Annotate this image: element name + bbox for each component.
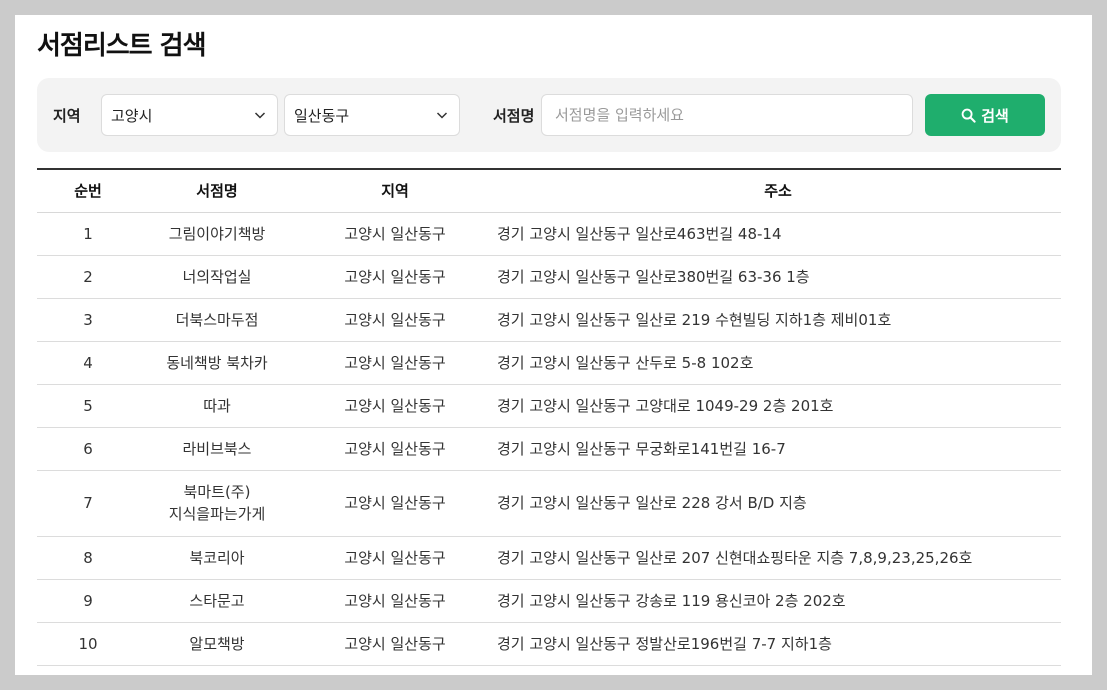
district-select[interactable]: 일산동구 [284, 94, 460, 136]
bookstore-name-line: 따과 [203, 397, 231, 415]
table-header-row: 순번 서점명 지역 주소 [37, 169, 1061, 213]
bookstore-address: 경기 고양시 일산동구 일산로 228 강서 B/D 지층 [495, 470, 1061, 537]
bookstore-name: 따과 [139, 384, 295, 428]
row-number: 3 [37, 298, 139, 342]
bookstore-address: 경기 고양시 일산동구 일산로463번길 48-14 [495, 212, 1061, 256]
chevron-down-icon [254, 112, 266, 119]
bookstore-name: 너의작업실 [139, 255, 295, 299]
bookstore-name-line: 알모책방 [189, 635, 245, 653]
city-select-value: 고양시 [111, 106, 153, 125]
city-select[interactable]: 고양시 [101, 94, 278, 136]
table-row[interactable]: 9 스타문고 고양시 일산동구 경기 고양시 일산동구 강송로 119 용신코아 2층… [37, 579, 1061, 623]
bookstore-address: 경기 고양시 일산동구 정발산로196번길 7-7 지하1층 [495, 622, 1061, 666]
row-number: 4 [37, 341, 139, 385]
header-address: 주소 [495, 169, 1061, 213]
row-number: 8 [37, 536, 139, 580]
region-label: 지역 [53, 107, 81, 125]
bookstore-region: 고양시 일산동구 [295, 622, 495, 666]
bookstore-address: 경기 고양시 일산동구 강송로 119 용신코아 2층 202호 [495, 579, 1061, 623]
bookstore-name: 북코리아 [139, 536, 295, 580]
chevron-down-icon [436, 112, 448, 119]
bookstore-name-line: 동네책방 북차카 [166, 354, 268, 372]
bookstore-name-line: 라비브북스 [182, 440, 252, 458]
table-row[interactable]: 6 라비브북스 고양시 일산동구 경기 고양시 일산동구 무궁화로141번길 16-7 [37, 427, 1061, 471]
table-row[interactable]: 7 북마트(주) 지식을파는가게 고양시 일산동구 경기 고양시 일산동구 일산로 22… [37, 470, 1061, 537]
bookstore-name-line: 더북스마두점 [175, 311, 259, 329]
bookstore-address: 경기 고양시 일산동구 일산로 207 신현대쇼핑타운 지층 7,8,9,23,… [495, 536, 1061, 580]
bookstore-address: 경기 고양시 일산동구 고양대로 1049-29 2층 201호 [495, 384, 1061, 428]
search-button[interactable]: 검색 [925, 94, 1045, 136]
bookstore-name-input[interactable] [541, 94, 913, 136]
bookstore-name-line: 북마트(주) [183, 483, 251, 501]
bookstore-region: 고양시 일산동구 [295, 579, 495, 623]
bookstore-table: 순번 서점명 지역 주소 1 그림이야기책방 고양시 일산동구 경기 고양시 일산동구… [37, 168, 1061, 666]
row-number: 2 [37, 255, 139, 299]
bookstore-name: 알모책방 [139, 622, 295, 666]
bookstore-name: 더북스마두점 [139, 298, 295, 342]
bookstore-region: 고양시 일산동구 [295, 470, 495, 537]
bookstore-name-label: 서점명 [493, 107, 535, 125]
bookstore-region: 고양시 일산동구 [295, 341, 495, 385]
bookstore-region: 고양시 일산동구 [295, 255, 495, 299]
bookstore-address: 경기 고양시 일산동구 일산로 219 수현빌딩 지하1층 제비01호 [495, 298, 1061, 342]
bookstore-name-line: 북코리아 [189, 549, 245, 567]
table-row[interactable]: 1 그림이야기책방 고양시 일산동구 경기 고양시 일산동구 일산로463번길 48-… [37, 212, 1061, 256]
row-number: 5 [37, 384, 139, 428]
row-number: 10 [37, 622, 139, 666]
bookstore-region: 고양시 일산동구 [295, 212, 495, 256]
search-panel: 지역 고양시 일산동구 서점명 검색 [37, 78, 1061, 152]
district-select-value: 일산동구 [294, 106, 350, 125]
table-row[interactable]: 4 동네책방 북차카 고양시 일산동구 경기 고양시 일산동구 산두로 5-8 102… [37, 341, 1061, 385]
table-row[interactable]: 8 북코리아 고양시 일산동구 경기 고양시 일산동구 일산로 207 신현대쇼핑타운… [37, 536, 1061, 580]
header-no: 순번 [37, 169, 139, 213]
bookstore-name-line: 지식을파는가게 [168, 505, 266, 523]
bookstore-region: 고양시 일산동구 [295, 536, 495, 580]
bookstore-name-line: 그림이야기책방 [168, 225, 266, 243]
row-number: 9 [37, 579, 139, 623]
bookstore-name-line: 너의작업실 [182, 268, 252, 286]
bookstore-name: 라비브북스 [139, 427, 295, 471]
row-number: 7 [37, 470, 139, 537]
table-body: 1 그림이야기책방 고양시 일산동구 경기 고양시 일산동구 일산로463번길 48-… [37, 212, 1061, 666]
page-title: 서점리스트 검색 [37, 31, 206, 61]
bookstore-name: 그림이야기책방 [139, 212, 295, 256]
page: 서점리스트 검색 지역 고양시 일산동구 서점명 검색 [15, 15, 1092, 675]
row-number: 6 [37, 427, 139, 471]
table-row[interactable]: 2 너의작업실 고양시 일산동구 경기 고양시 일산동구 일산로380번길 63-36… [37, 255, 1061, 299]
bookstore-region: 고양시 일산동구 [295, 427, 495, 471]
bookstore-region: 고양시 일산동구 [295, 298, 495, 342]
bookstore-name: 동네책방 북차카 [139, 341, 295, 385]
header-name: 서점명 [139, 169, 295, 213]
search-icon [961, 108, 976, 123]
bookstore-address: 경기 고양시 일산동구 무궁화로141번길 16-7 [495, 427, 1061, 471]
table-row[interactable]: 10 알모책방 고양시 일산동구 경기 고양시 일산동구 정발산로196번길 7-7 … [37, 622, 1061, 666]
bookstore-name-line: 스타문고 [189, 592, 245, 610]
bookstore-address: 경기 고양시 일산동구 일산로380번길 63-36 1층 [495, 255, 1061, 299]
row-number: 1 [37, 212, 139, 256]
table-row[interactable]: 3 더북스마두점 고양시 일산동구 경기 고양시 일산동구 일산로 219 수현빌딩 … [37, 298, 1061, 342]
bookstore-name: 북마트(주) 지식을파는가게 [139, 470, 295, 537]
bookstore-name: 스타문고 [139, 579, 295, 623]
search-button-label: 검색 [981, 106, 1009, 125]
table-row[interactable]: 5 따과 고양시 일산동구 경기 고양시 일산동구 고양대로 1049-29 2층 2… [37, 384, 1061, 428]
bookstore-address: 경기 고양시 일산동구 산두로 5-8 102호 [495, 341, 1061, 385]
bookstore-region: 고양시 일산동구 [295, 384, 495, 428]
header-region: 지역 [295, 169, 495, 213]
